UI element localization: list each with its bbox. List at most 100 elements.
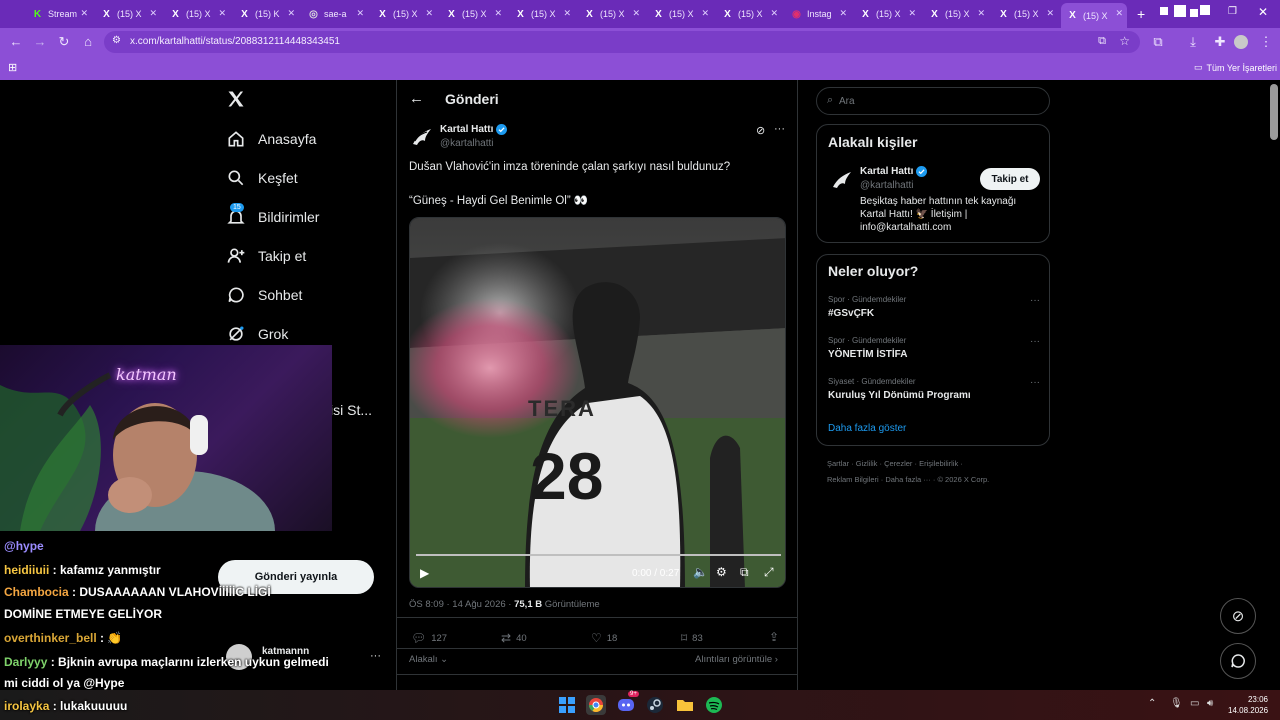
show-more-link[interactable]: Daha fazla göster (828, 423, 906, 434)
profile-avatar[interactable] (1234, 35, 1248, 49)
tab-close-icon[interactable]: ✕ (908, 8, 916, 19)
sidebar-item-chat[interactable]: Sohbet (226, 285, 302, 305)
x-logo-icon[interactable] (226, 89, 246, 114)
all-bookmarks-button[interactable]: ▭ Tüm Yer İşaretleri (1194, 62, 1277, 73)
page-scrollbar[interactable] (1270, 84, 1278, 140)
browser-menu-icon[interactable]: ⋮ (1258, 34, 1274, 50)
home-button-icon[interactable]: ⌂ (80, 34, 96, 49)
trend-item[interactable]: Siyaset · Gündemdekiler Kuruluş Yıl Dönü… (828, 377, 1040, 401)
messages-floating-button[interactable] (1220, 643, 1256, 679)
footer-links-2[interactable]: Reklam Bilgileri · Daha fazla ··· · © 20… (827, 475, 989, 484)
discord-taskbar-icon[interactable]: 9+ (616, 691, 639, 715)
volume-icon[interactable]: 🔊︎ (1207, 698, 1213, 709)
tab-close-icon[interactable]: ✕ (80, 8, 88, 19)
tab-close-icon[interactable]: ✕ (977, 8, 985, 19)
author-name-row[interactable]: Kartal Hattı (440, 124, 508, 135)
trend-more-icon[interactable]: ··· (1030, 336, 1040, 347)
tab-close-icon[interactable]: ✕ (218, 8, 226, 19)
sidebar-item-grok[interactable]: Grok (226, 324, 288, 344)
sidebar-item-explore[interactable]: Keşfet (226, 168, 298, 188)
person-name-row[interactable]: Kartal Hattı (860, 166, 928, 177)
grok-floating-button[interactable]: ⊘ (1220, 598, 1256, 634)
steam-taskbar-icon[interactable] (645, 695, 665, 715)
browser-tab[interactable]: X (15) X ✕ (578, 3, 644, 25)
back-arrow-icon[interactable]: ← (409, 90, 424, 107)
person-avatar[interactable] (829, 167, 855, 193)
address-bar[interactable]: ⚙ x.com/kartalhatti/status/2088312114448… (104, 31, 1140, 53)
play-icon[interactable]: ▶ (420, 566, 429, 580)
repost-button[interactable]: ⇄ 40 (501, 631, 527, 645)
post-more-icon[interactable]: ··· (774, 123, 785, 135)
tab-close-icon[interactable]: ✕ (287, 8, 295, 19)
bookmark-star-icon[interactable]: ☆ (1119, 34, 1130, 48)
tab-close-icon[interactable]: ✕ (1115, 8, 1123, 19)
fullscreen-icon[interactable]: ⤢ (764, 565, 774, 580)
grok-explain-icon[interactable]: ⊘ (756, 124, 765, 137)
extensions-icon[interactable]: ⧉ (1150, 34, 1166, 50)
browser-tab[interactable]: X (15) X ✕ (371, 3, 437, 25)
tab-close-icon[interactable]: ✕ (425, 8, 433, 19)
spotify-taskbar-icon[interactable] (704, 695, 724, 715)
tab-close-icon[interactable]: ✕ (1046, 8, 1054, 19)
settings-gear-icon[interactable]: ⚙ (716, 565, 727, 579)
browser-tab[interactable]: X (15) X ✕ (854, 3, 920, 25)
clock[interactable]: 23:06 14.08.2026 (1228, 694, 1268, 716)
windows-start-icon[interactable] (557, 695, 577, 715)
close-window-button[interactable]: ✕ (1258, 5, 1268, 19)
tab-close-icon[interactable]: ✕ (839, 8, 847, 19)
tray-chevron-icon[interactable]: ⌃ (1148, 698, 1156, 709)
sidebar-partial-item[interactable]: isi St... (330, 402, 372, 418)
search-input[interactable]: ⌕ Ara (816, 87, 1050, 115)
chrome-taskbar-icon[interactable] (586, 695, 606, 715)
browser-tab[interactable]: ◉ Instag ✕ (785, 3, 851, 25)
trend-item[interactable]: Spor · Gündemdekiler #GSvÇFK ··· (828, 295, 1040, 319)
sidebar-item-notifications[interactable]: Bildirimler 15 (226, 203, 319, 227)
browser-tab[interactable]: X (15) X ✕ (647, 3, 713, 25)
tab-close-icon[interactable]: ✕ (149, 8, 157, 19)
browser-tab[interactable]: K Stream ✕ (26, 3, 92, 25)
trend-more-icon[interactable]: ··· (1030, 295, 1040, 306)
forward-icon[interactable]: → (32, 34, 48, 49)
restore-window-button[interactable]: ❐ (1228, 6, 1237, 17)
share-icon[interactable]: ⇪ (769, 630, 779, 644)
sidebar-item-home[interactable]: Anasayfa (226, 129, 316, 149)
author-avatar[interactable] (409, 124, 435, 150)
video-progress-bar[interactable] (416, 554, 781, 556)
volume-icon[interactable]: 🔈 (693, 565, 708, 579)
tab-close-icon[interactable]: ✕ (494, 8, 502, 19)
browser-tab[interactable]: X (15) X ✕ (509, 3, 575, 25)
install-app-icon[interactable]: ⧉ (1098, 35, 1106, 48)
trend-item[interactable]: Spor · Gündemdekiler YÖNETİM İSTİFA ··· (828, 336, 1040, 360)
browser-tab[interactable]: ◎ sae-a ✕ (302, 3, 368, 25)
bookmark-button[interactable]: ⌑ 83 (681, 631, 703, 645)
browser-tab[interactable]: X (15) X ✕ (923, 3, 989, 25)
new-tab-button[interactable]: + (1137, 6, 1145, 22)
follow-button[interactable]: Takip et (980, 168, 1040, 190)
puzzle-icon[interactable]: ✚ (1212, 34, 1228, 50)
tab-close-icon[interactable]: ✕ (701, 8, 709, 19)
browser-tab[interactable]: X (15) X ✕ (716, 3, 782, 25)
tab-close-icon[interactable]: ✕ (356, 8, 364, 19)
browser-tab[interactable]: X (15) K ✕ (233, 3, 299, 25)
reply-button[interactable]: 💬︎ 127 (411, 631, 447, 645)
sidebar-item-follow[interactable]: Takip et (226, 246, 306, 266)
video-player[interactable]: TERA 28 ▶ 0:00 / 0:27 🔈 ⚙ ⧉ ⤢ (409, 217, 786, 588)
view-quotes-link[interactable]: Alıntıları görüntüle › (695, 654, 778, 665)
account-menu-icon[interactable]: ··· (370, 650, 381, 662)
browser-tab[interactable]: X (15) X ✕ (992, 3, 1058, 25)
tab-close-icon[interactable]: ✕ (563, 8, 571, 19)
tab-close-icon[interactable]: ✕ (632, 8, 640, 19)
browser-tab[interactable]: X (15) X ✕ (1061, 3, 1127, 28)
trend-more-icon[interactable]: ··· (1030, 377, 1040, 388)
download-icon[interactable]: ⤓ (1185, 34, 1201, 50)
display-icon[interactable]: ▭ (1190, 698, 1199, 709)
like-button[interactable]: ♡ 18 (591, 631, 617, 645)
tab-close-icon[interactable]: ✕ (770, 8, 778, 19)
footer-links[interactable]: Şartlar · Gizlilik · Çerezler · Erişileb… (827, 459, 963, 468)
back-icon[interactable]: ← (8, 34, 24, 49)
browser-tab[interactable]: X (15) X ✕ (95, 3, 161, 25)
file-explorer-taskbar-icon[interactable] (675, 695, 695, 715)
pip-icon[interactable]: ⧉ (740, 565, 749, 580)
browser-tab[interactable]: X (15) X ✕ (164, 3, 230, 25)
apps-grid-icon[interactable]: ⊞ (8, 61, 17, 74)
